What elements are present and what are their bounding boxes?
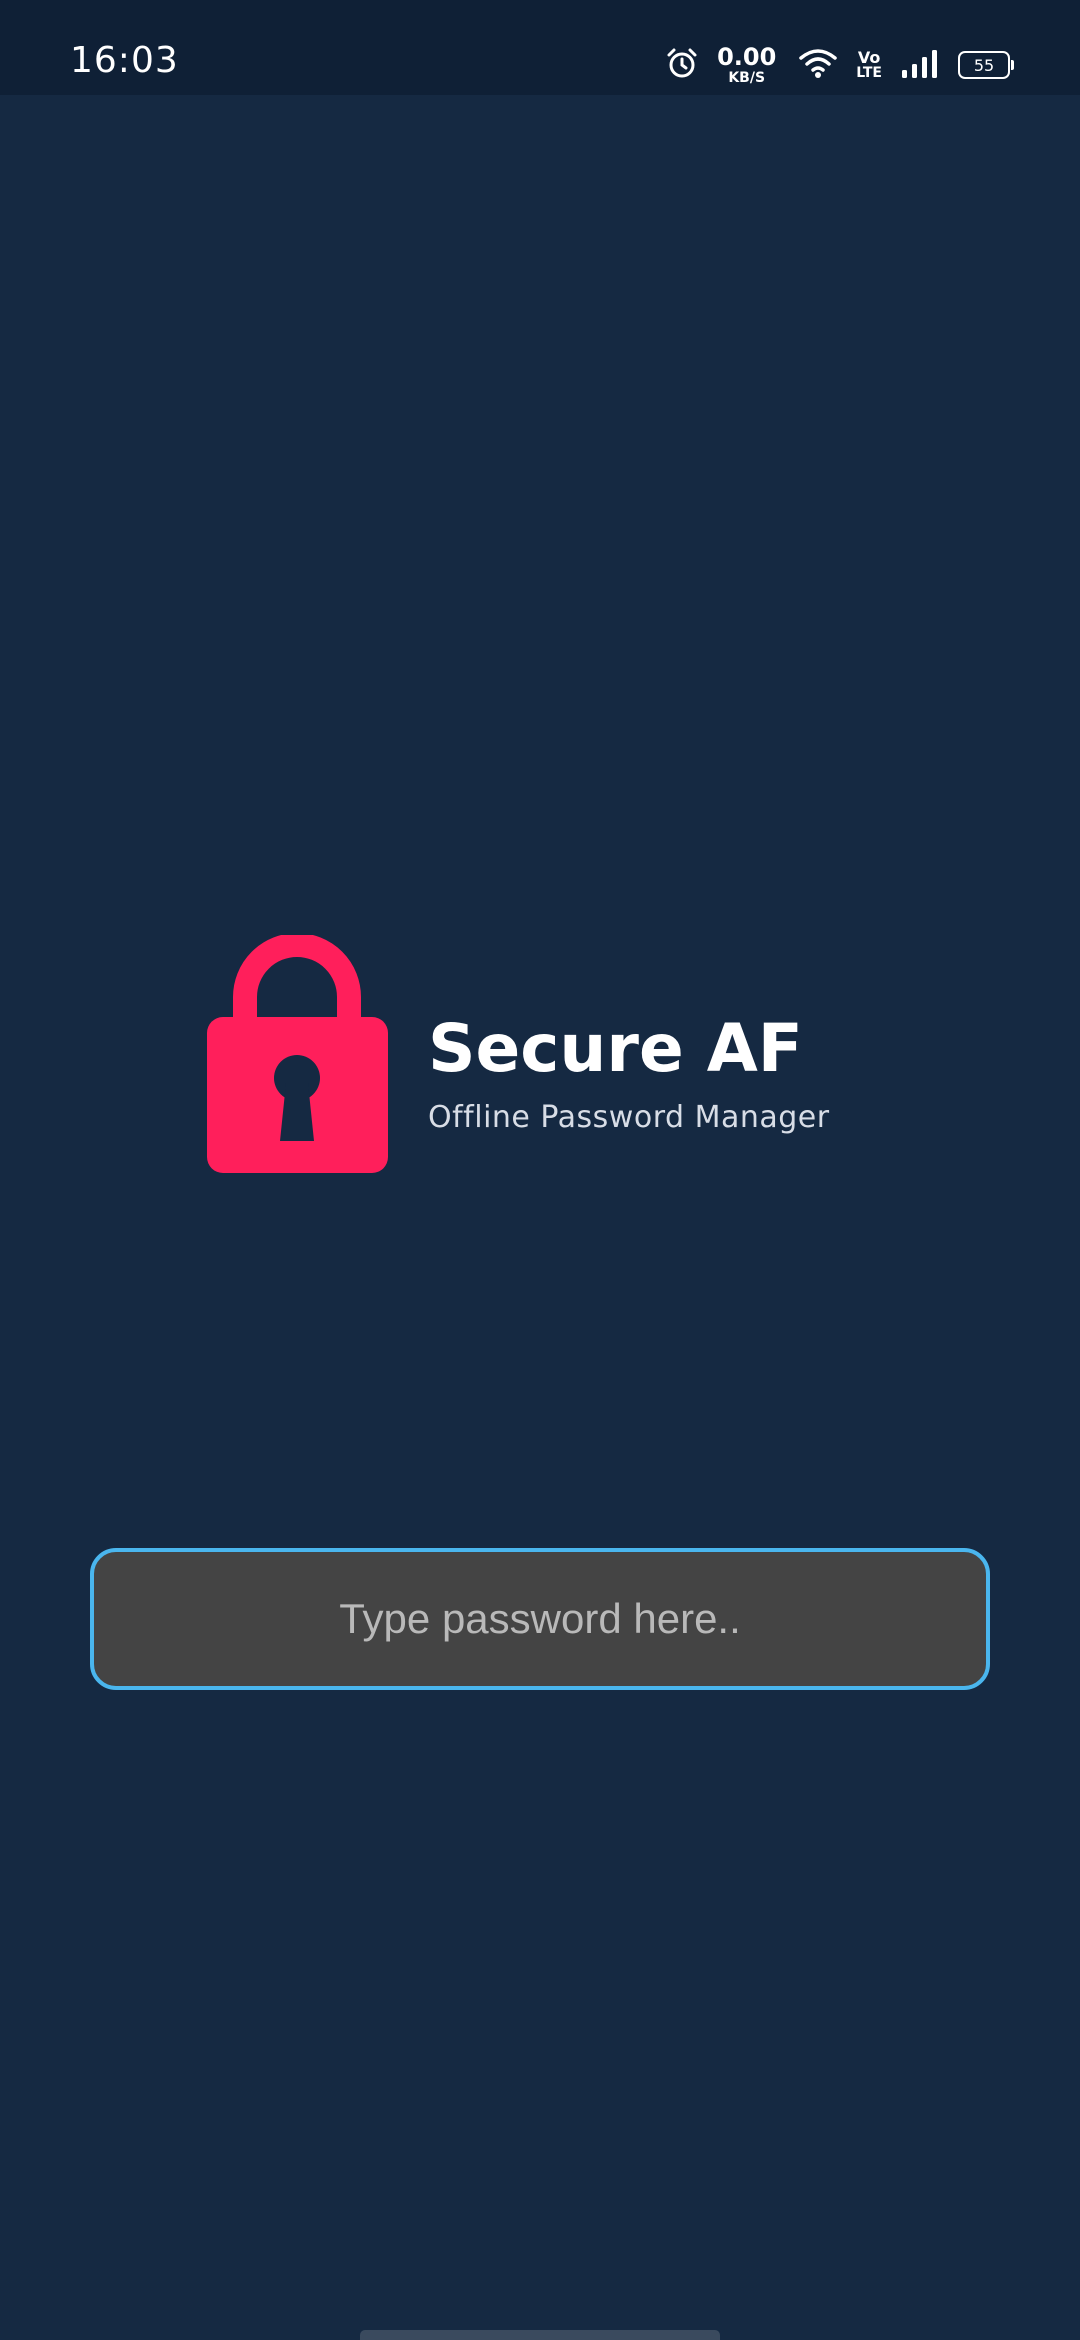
volte-indicator: Vo LTE (856, 48, 882, 81)
network-speed-value: 0.00 (717, 43, 777, 71)
app-subtitle: Offline Password Manager (428, 1100, 830, 1135)
app-title: Secure AF (428, 1010, 803, 1087)
volte-bottom: LTE (856, 65, 882, 81)
alarm-icon (665, 46, 699, 85)
battery-level: 55 (973, 55, 995, 75)
navigation-handle[interactable] (360, 2330, 720, 2340)
password-input[interactable] (90, 1548, 990, 1690)
status-time: 16:03 (70, 40, 179, 81)
signal-icon (900, 48, 940, 83)
wifi-icon (798, 47, 838, 84)
volte-top: Vo (857, 48, 881, 67)
network-speed-unit: KB/S (728, 70, 766, 86)
status-icons: 0.00 KB/S Vo LTE 55 (665, 40, 1014, 90)
battery-icon: 55 (958, 51, 1014, 79)
status-bar: 16:03 0.00 KB/S Vo LTE 55 (0, 0, 1080, 95)
network-speed: 0.00 KB/S (717, 45, 776, 85)
padlock-icon (205, 933, 390, 1175)
